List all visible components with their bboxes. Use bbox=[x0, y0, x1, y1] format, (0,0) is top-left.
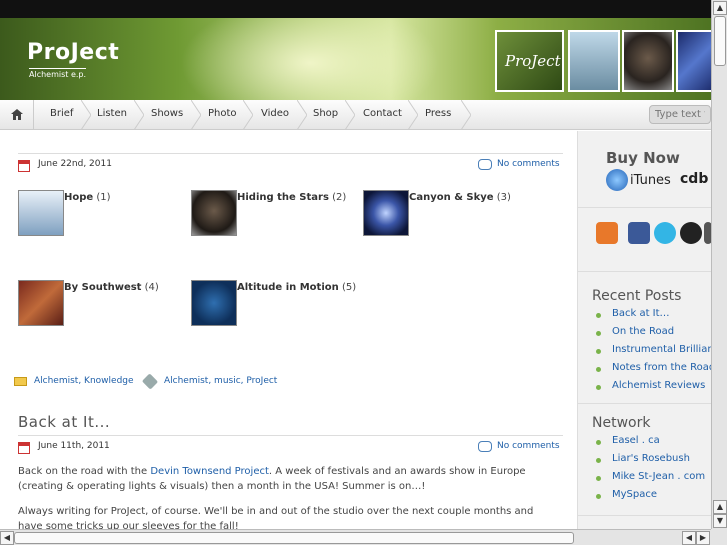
scroll-down-button[interactable]: ▼ bbox=[713, 514, 727, 528]
gallery-thumbnail[interactable] bbox=[191, 280, 237, 326]
scroll-left-button[interactable]: ◀ bbox=[682, 531, 696, 545]
header-background-glow bbox=[180, 18, 440, 100]
cdbaby-button[interactable]: cdb bbox=[680, 171, 708, 187]
main-content: June 22nd, 2011 No comments Hope (1) Hid… bbox=[0, 131, 577, 529]
rss-icon[interactable] bbox=[596, 222, 618, 244]
nav-separator bbox=[243, 100, 253, 130]
myspace-icon[interactable] bbox=[680, 222, 702, 244]
nav-item-brief[interactable]: Brief bbox=[50, 100, 73, 130]
search-input[interactable] bbox=[649, 105, 711, 124]
divider bbox=[578, 403, 711, 404]
horizontal-scrollbar[interactable]: ◀ ◀ ▶ bbox=[0, 529, 711, 545]
folder-icon bbox=[14, 377, 27, 386]
category-links[interactable]: Alchemist, Knowledge bbox=[34, 376, 134, 386]
scroll-up-button[interactable]: ▲ bbox=[713, 500, 727, 514]
calendar-icon bbox=[18, 442, 30, 454]
nav-item-video[interactable]: Video bbox=[261, 100, 289, 130]
comment-icon bbox=[478, 441, 492, 452]
network-heading: Network bbox=[592, 415, 651, 431]
gallery-thumbnail[interactable] bbox=[18, 190, 64, 236]
devin-townsend-link[interactable]: Devin Townsend Project bbox=[150, 466, 269, 477]
buy-now-heading: Buy Now bbox=[606, 149, 680, 167]
facebook-icon[interactable] bbox=[628, 222, 650, 244]
header-photo-portrait bbox=[622, 30, 674, 92]
nav-item-press[interactable]: Press bbox=[425, 100, 451, 130]
gallery-thumbnail[interactable] bbox=[18, 280, 64, 326]
gallery-title[interactable]: Altitude in Motion (5) bbox=[237, 282, 356, 293]
vertical-scrollbar[interactable]: ▲ ▲ ▼ bbox=[711, 0, 727, 529]
divider bbox=[578, 271, 711, 272]
nav-separator bbox=[134, 100, 144, 130]
nav-separator bbox=[191, 100, 201, 130]
nav-separator bbox=[408, 100, 418, 130]
itunes-label: iTunes bbox=[630, 173, 671, 188]
comments-link[interactable]: No comments bbox=[497, 159, 560, 169]
comments-link[interactable]: No comments bbox=[497, 441, 560, 451]
recent-post-link[interactable]: Alchemist Reviews bbox=[596, 379, 711, 397]
recent-post-link[interactable]: Back at It… bbox=[596, 307, 711, 325]
sidebar: Buy Now iTunes cdb Recent Posts Back at … bbox=[577, 131, 711, 529]
scroll-left-button[interactable]: ◀ bbox=[0, 531, 14, 545]
site-header: ProJect Alchemist e.p. ProJect bbox=[0, 18, 711, 100]
nav-separator bbox=[297, 100, 307, 130]
post-meta: June 22nd, 2011 No comments bbox=[18, 153, 563, 177]
network-link[interactable]: Liar's Rosebush bbox=[596, 452, 711, 470]
gallery-thumbnail[interactable] bbox=[363, 190, 409, 236]
nav-item-listen[interactable]: Listen bbox=[97, 100, 127, 130]
header-photo-pattern bbox=[676, 30, 711, 92]
tag-icon bbox=[141, 373, 159, 390]
scroll-up-button[interactable]: ▲ bbox=[713, 1, 727, 15]
browser-top-bar bbox=[0, 0, 727, 18]
site-subtitle: Alchemist e.p. bbox=[29, 68, 87, 79]
recent-posts-heading: Recent Posts bbox=[592, 288, 682, 304]
gallery-title[interactable]: By Southwest (4) bbox=[64, 282, 159, 293]
main-navigation: Brief Listen Shows Photo Video Shop Cont… bbox=[0, 100, 711, 130]
network-link[interactable]: Mike St-Jean . com bbox=[596, 470, 711, 488]
tag-links[interactable]: Alchemist, music, ProJect bbox=[164, 376, 277, 386]
divider bbox=[578, 515, 711, 516]
home-icon bbox=[11, 109, 23, 120]
network-link[interactable]: Easel . ca bbox=[596, 434, 711, 452]
itunes-icon bbox=[606, 169, 628, 191]
scroll-right-button[interactable]: ▶ bbox=[696, 531, 710, 545]
nav-item-shows[interactable]: Shows bbox=[151, 100, 183, 130]
recent-post-link[interactable]: On the Road bbox=[596, 325, 711, 343]
header-album-cover: ProJect bbox=[495, 30, 564, 92]
post-date: June 22nd, 2011 bbox=[38, 159, 112, 169]
nav-item-shop[interactable]: Shop bbox=[313, 100, 338, 130]
recent-post-link[interactable]: Instrumental Brillianc bbox=[596, 343, 711, 361]
recent-post-link[interactable]: Notes from the Road bbox=[596, 361, 711, 379]
post-paragraph: Always writing for ProJect, of course. W… bbox=[18, 506, 534, 529]
nav-separator bbox=[461, 100, 471, 130]
post-title[interactable]: Back at It... bbox=[18, 413, 110, 431]
gallery-title[interactable]: Canyon & Skye (3) bbox=[409, 192, 511, 203]
nav-separator bbox=[81, 100, 91, 130]
nav-item-contact[interactable]: Contact bbox=[363, 100, 402, 130]
site-title[interactable]: ProJect bbox=[27, 40, 119, 65]
header-photo-waterfall bbox=[568, 30, 620, 92]
network-link[interactable]: MySpace bbox=[596, 488, 711, 506]
comment-icon bbox=[478, 159, 492, 170]
gallery-thumbnail[interactable] bbox=[191, 190, 237, 236]
itunes-button[interactable]: iTunes bbox=[606, 169, 678, 193]
gallery-title[interactable]: Hiding the Stars (2) bbox=[237, 192, 346, 203]
post-date: June 11th, 2011 bbox=[38, 441, 110, 451]
divider bbox=[578, 207, 711, 208]
more-social-icon[interactable] bbox=[704, 222, 711, 244]
nav-separator bbox=[345, 100, 355, 130]
post-paragraph: Back on the road with the Devin Townsend… bbox=[18, 464, 558, 494]
home-button[interactable] bbox=[0, 100, 34, 130]
vertical-scroll-thumb[interactable] bbox=[714, 16, 726, 66]
paragraph-text: Back on the road with the bbox=[18, 466, 151, 477]
twitter-icon[interactable] bbox=[654, 222, 676, 244]
gallery-title[interactable]: Hope (1) bbox=[64, 192, 111, 203]
calendar-icon bbox=[18, 160, 30, 172]
header-album-logo-text: ProJect bbox=[505, 52, 561, 70]
horizontal-scroll-thumb[interactable] bbox=[14, 532, 574, 544]
nav-item-photo[interactable]: Photo bbox=[208, 100, 237, 130]
post-meta: June 11th, 2011 No comments bbox=[18, 435, 563, 459]
scrollbar-corner bbox=[711, 529, 727, 545]
